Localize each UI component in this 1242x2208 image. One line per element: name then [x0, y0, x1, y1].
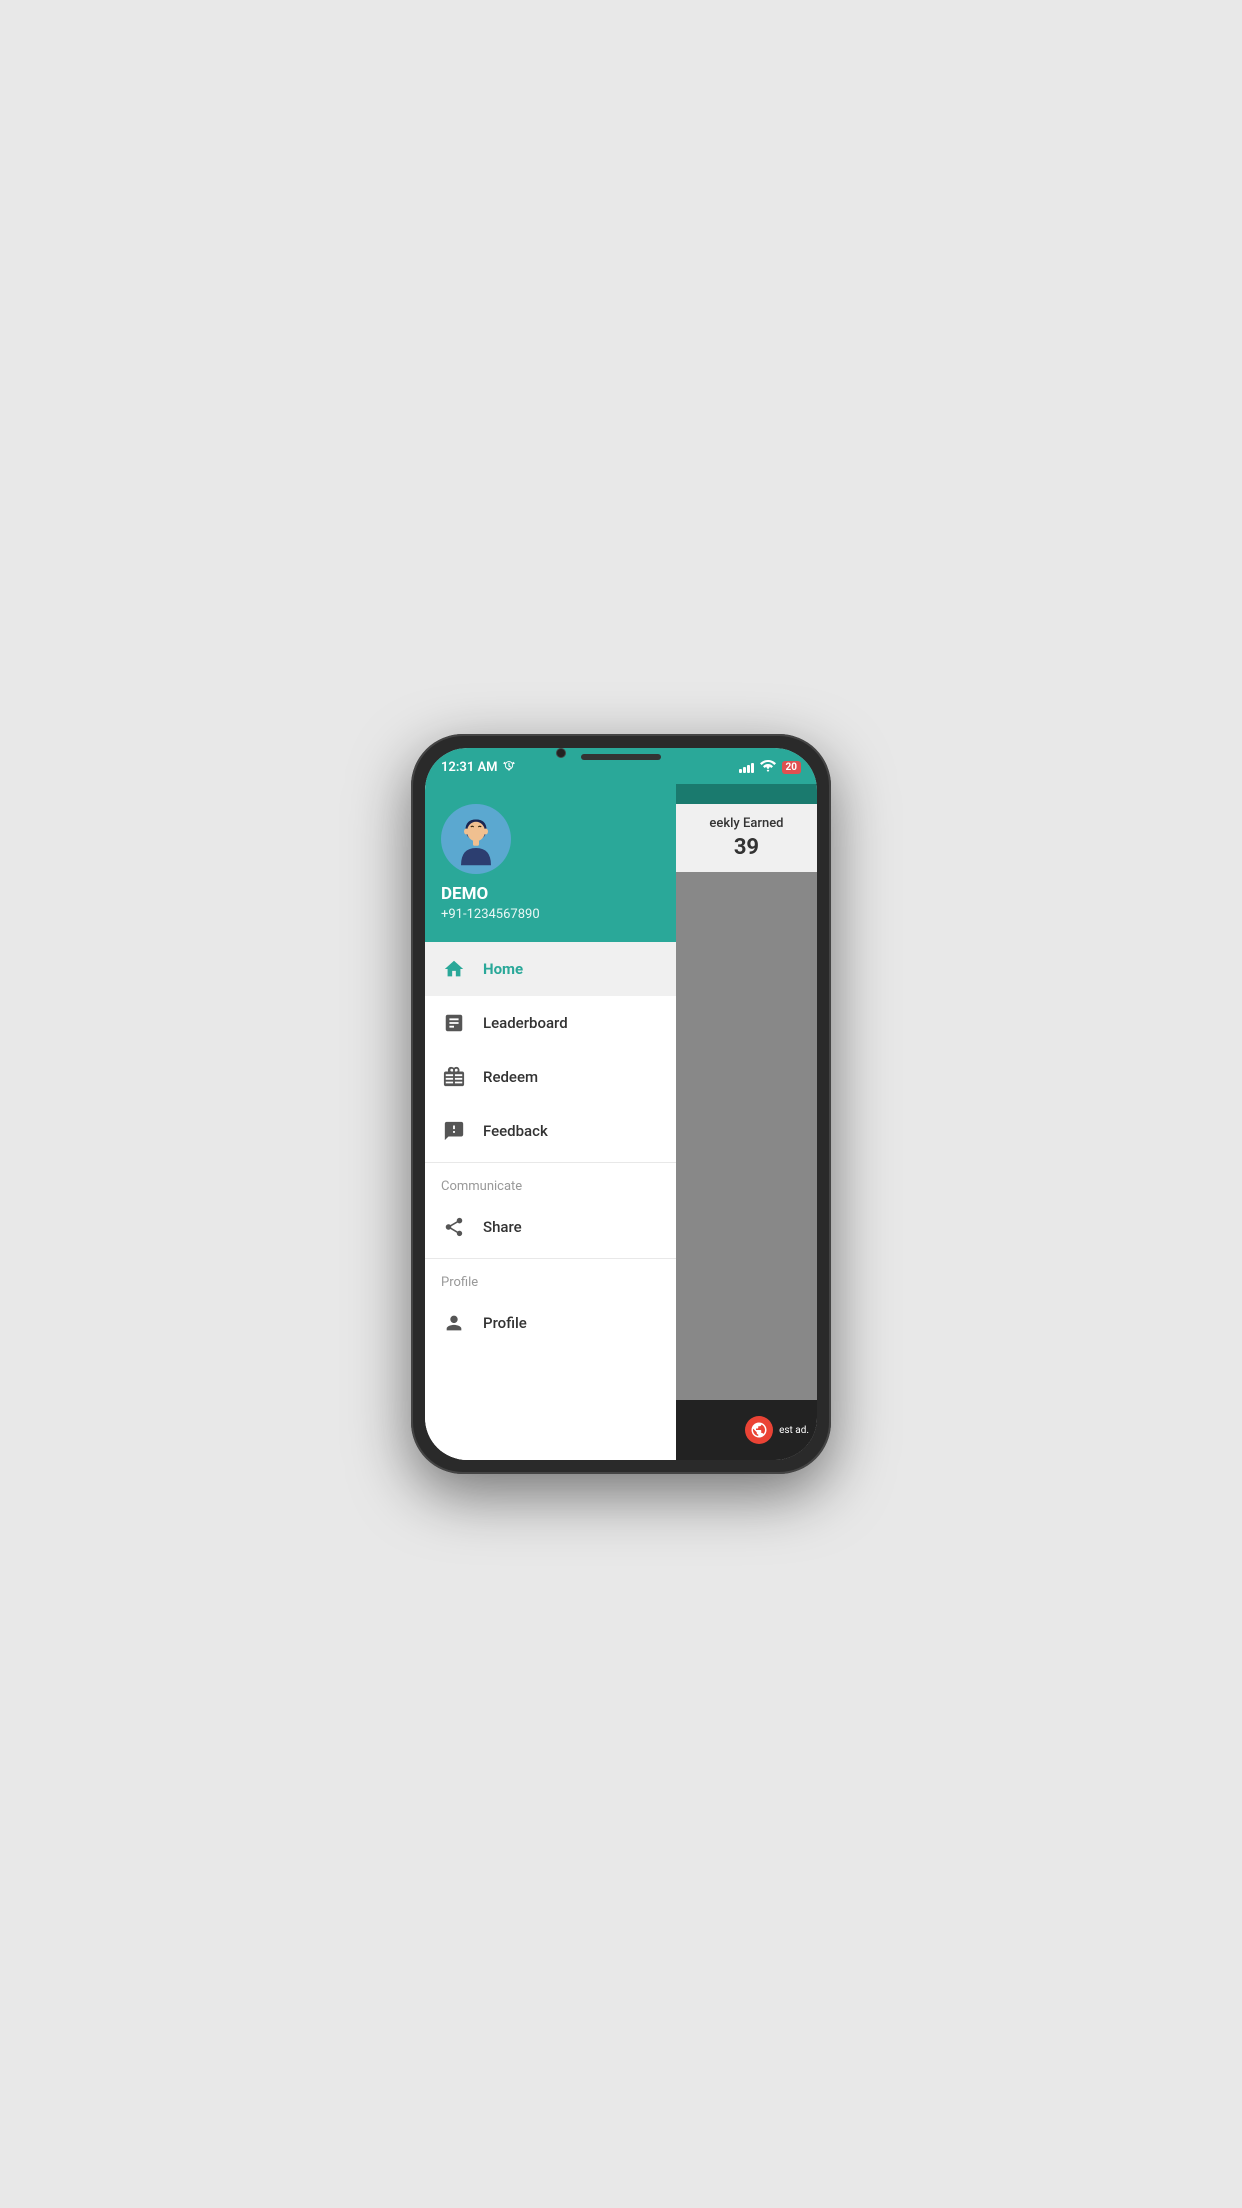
signal-bars	[739, 761, 754, 773]
feedback-icon	[441, 1118, 467, 1144]
menu-label-redeem: Redeem	[483, 1068, 538, 1086]
screen-content: DEMO +91-1234567890 Home	[425, 784, 817, 1460]
phone-speaker	[581, 754, 661, 760]
signal-bar-1	[739, 769, 742, 773]
menu-item-redeem[interactable]: Redeem	[425, 1050, 676, 1104]
divider-1	[425, 1162, 676, 1163]
menu-item-leaderboard[interactable]: Leaderboard	[425, 996, 676, 1050]
menu-item-feedback[interactable]: Feedback	[425, 1104, 676, 1158]
menu-item-share[interactable]: Share	[425, 1200, 676, 1254]
right-peek-panel: eekly Earned 39 est ad.	[676, 784, 817, 1460]
signal-bar-4	[751, 763, 754, 773]
ad-logo-icon	[745, 1416, 773, 1444]
status-time: 12:31 AM	[441, 760, 516, 775]
phone-inner: 12:31 AM	[425, 748, 817, 1460]
leaderboard-icon	[441, 1010, 467, 1036]
phone-device: 12:31 AM	[411, 734, 831, 1474]
ad-area: est ad.	[676, 1400, 817, 1460]
phone-camera	[556, 748, 566, 758]
profile-section-label: Profile	[425, 1263, 676, 1296]
signal-bar-2	[743, 767, 746, 773]
right-peek-top	[676, 784, 817, 804]
drawer-menu: Home Leaderboard	[425, 942, 676, 1460]
menu-label-leaderboard: Leaderboard	[483, 1014, 568, 1032]
user-name: DEMO	[441, 884, 660, 904]
menu-label-feedback: Feedback	[483, 1122, 548, 1140]
profile-icon	[441, 1310, 467, 1336]
home-icon	[441, 956, 467, 982]
avatar-image	[446, 809, 506, 869]
menu-label-home: Home	[483, 960, 523, 978]
battery-indicator: 20	[782, 761, 801, 774]
battery-level: 20	[786, 762, 797, 773]
communicate-section-label: Communicate	[425, 1167, 676, 1200]
wifi-icon	[760, 760, 776, 775]
time-display: 12:31 AM	[441, 760, 498, 775]
menu-label-profile: Profile	[483, 1314, 527, 1332]
menu-item-profile[interactable]: Profile	[425, 1296, 676, 1350]
signal-bar-3	[747, 765, 750, 773]
status-icons: 20	[739, 760, 801, 775]
menu-item-home[interactable]: Home	[425, 942, 676, 996]
navigation-drawer: DEMO +91-1234567890 Home	[425, 784, 676, 1460]
weekly-earned-value: 39	[684, 835, 809, 860]
share-icon	[441, 1214, 467, 1240]
right-peek-gray-area	[676, 872, 817, 1400]
weekly-earned-label: eekly Earned	[684, 816, 809, 831]
drawer-header: DEMO +91-1234567890	[425, 784, 676, 942]
avatar	[441, 804, 511, 874]
weekly-earned-panel: eekly Earned 39	[676, 804, 817, 872]
redeem-icon	[441, 1064, 467, 1090]
divider-2	[425, 1258, 676, 1259]
screen: 12:31 AM	[425, 748, 817, 1460]
ad-text: est ad.	[779, 1425, 809, 1436]
user-phone: +91-1234567890	[441, 907, 660, 922]
menu-label-share: Share	[483, 1218, 522, 1236]
alarm-icon	[502, 760, 516, 774]
